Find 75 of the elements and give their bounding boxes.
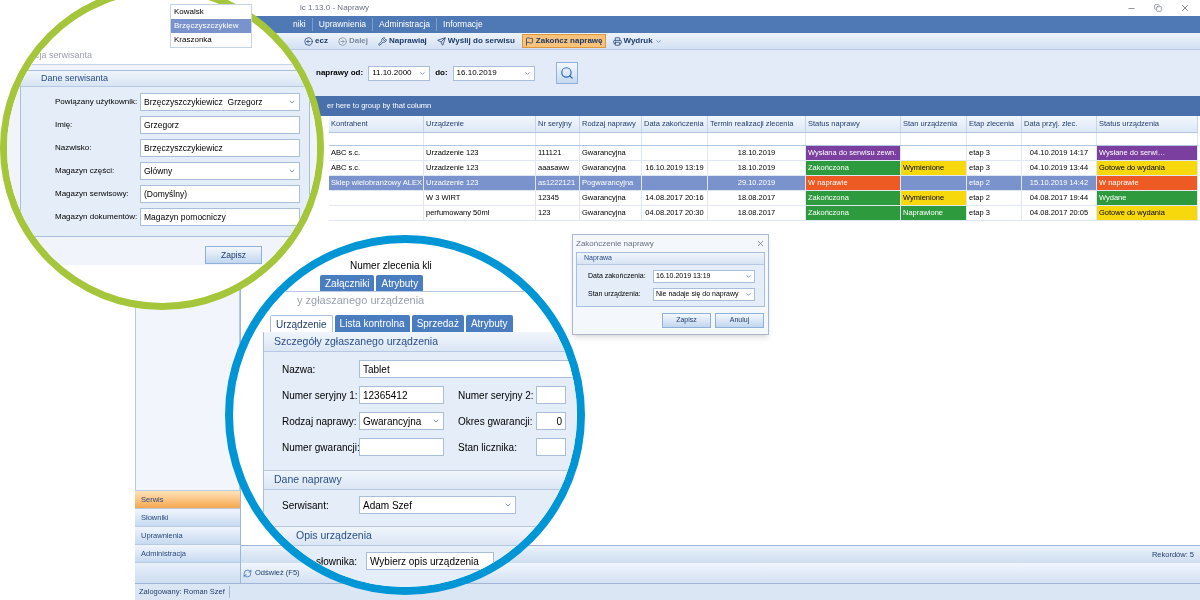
- field-label: Serwisant:: [282, 498, 330, 513]
- caret-icon: [523, 69, 531, 77]
- close-icon[interactable]: [756, 239, 765, 248]
- input-field[interactable]: 0: [536, 412, 566, 430]
- caret-icon: [654, 37, 662, 45]
- field-label: Stan licznika:: [458, 440, 518, 455]
- dropdown-field[interactable]: Adam Szef: [359, 496, 516, 514]
- caret-icon: [288, 98, 296, 106]
- search-icon: [559, 66, 574, 80]
- tab[interactable]: Załączniki: [320, 275, 375, 291]
- field-label: Nazwisko:: [55, 142, 93, 154]
- tab[interactable]: Urządzenie: [270, 315, 333, 332]
- input-field[interactable]: [536, 438, 566, 456]
- dropdown-field[interactable]: Gwarancyjna: [359, 412, 444, 430]
- input-field[interactable]: (Domyślny): [140, 185, 300, 203]
- field-label: Numer seryjny 2:: [458, 388, 535, 403]
- send-icon: [436, 36, 446, 46]
- close-icon[interactable]: [1180, 3, 1190, 13]
- menu-item[interactable]: Uprawnienia: [311, 18, 372, 31]
- field-label: Numer gwarancji:: [282, 440, 359, 455]
- caret-icon: [432, 417, 440, 425]
- input-field[interactable]: Magazyn pomocniczy: [140, 208, 300, 226]
- section-title: Szczegóły zgłaszanego urządzenia: [274, 333, 439, 349]
- input-field[interactable]: [359, 438, 444, 456]
- field-label: Magazyn dokumentów:: [55, 211, 139, 223]
- tab[interactable]: Lista kontrolna: [334, 315, 410, 332]
- flag-icon: [524, 36, 534, 46]
- tab[interactable]: Sprzedaż: [411, 315, 464, 332]
- field-label: Okres gwarancji:: [458, 414, 534, 429]
- dropdown-field[interactable]: Brzęczyszczykiewicz Grzegorz: [140, 93, 300, 111]
- order-number-label: Numer zlecenia kli: [350, 259, 432, 273]
- search-button[interactable]: [555, 62, 578, 84]
- section-title: Dane naprawy: [274, 472, 342, 488]
- dropdown-field[interactable]: Wybierz opis urządzenia: [366, 552, 494, 570]
- caret-icon: [504, 501, 512, 509]
- field-label: Imię:: [55, 119, 74, 131]
- toolbar-button[interactable]: Naprawiaj: [375, 34, 430, 48]
- toolbar-button[interactable]: Wyślij do serwisu: [433, 34, 518, 48]
- input-field[interactable]: Grzegorz: [140, 116, 300, 134]
- refresh-icon: [243, 568, 252, 578]
- menu-item[interactable]: Informacje: [436, 18, 489, 31]
- input-field[interactable]: Brzęczyszczykiewicz: [140, 139, 300, 157]
- toolbar-button[interactable]: Wydruk: [609, 34, 665, 48]
- tab[interactable]: Atrybuty: [376, 275, 424, 291]
- date-to-field[interactable]: 16.10.2019: [452, 65, 535, 81]
- menu-item[interactable]: Administracja: [372, 18, 437, 31]
- date-from-field[interactable]: 11.10.2000: [368, 65, 431, 81]
- field-label: słownika:: [316, 554, 359, 569]
- caret-icon: [745, 273, 752, 280]
- wrench-icon: [378, 36, 388, 46]
- group-title: Dane serwisanta: [41, 71, 109, 85]
- toolbar-button[interactable]: ecz: [301, 34, 331, 48]
- field-label: Magazyn serwisowy:: [55, 188, 130, 200]
- input-field[interactable]: [536, 386, 566, 404]
- dialog-title: Zakończenie naprawy: [576, 237, 654, 250]
- save-button[interactable]: Zapisz: [205, 246, 262, 264]
- caret-icon: [419, 69, 427, 77]
- caret-icon: [288, 167, 296, 175]
- field-label: Numer seryjny 1:: [282, 388, 359, 403]
- window-title: ic 1.13.0 - Naprawy: [300, 2, 369, 14]
- tab[interactable]: Atrybuty: [465, 315, 513, 332]
- date-to-label: do:: [435, 67, 448, 79]
- printer-icon: [612, 36, 622, 46]
- field-label: Rodzaj naprawy:: [282, 414, 358, 429]
- date-from-label: naprawy od:: [316, 67, 364, 79]
- dropdown-field[interactable]: Główny: [140, 162, 300, 180]
- field-label: Nazwa:: [282, 362, 317, 377]
- caret-icon: [745, 291, 752, 298]
- field-label: Magazyn części:: [55, 165, 116, 177]
- restore-icon[interactable]: [1154, 4, 1162, 12]
- dialog-title: y zgłaszanego urządzenia: [297, 293, 425, 309]
- field-label: Powiązany użytkownik:: [55, 96, 139, 108]
- section-title: Opis urządzenia: [296, 528, 372, 544]
- toolbar-button[interactable]: Zakończ naprawę: [521, 34, 606, 48]
- input-field[interactable]: 12365412: [359, 386, 444, 404]
